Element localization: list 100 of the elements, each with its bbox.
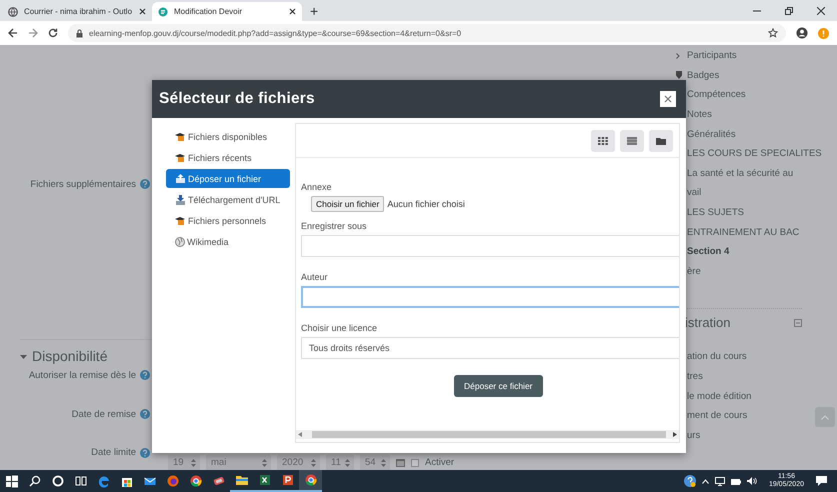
grid-icon [598, 136, 608, 144]
spinner-arrows-icon [262, 458, 267, 466]
input-field[interactable] [301, 286, 679, 308]
date-select[interactable]: 2020 [277, 455, 320, 470]
field-label: Choisir une licence [301, 323, 378, 333]
caret-down-icon[interactable] [20, 352, 27, 360]
forward-arrow-icon[interactable] [28, 28, 38, 38]
folder-icon[interactable] [234, 473, 248, 487]
new-tab-button[interactable]: + [310, 3, 318, 19]
spreadsheet-icon[interactable] [258, 473, 272, 487]
nav-link[interactable]: urs [687, 430, 700, 441]
date-select[interactable]: 54 [360, 455, 390, 470]
checkbox[interactable] [411, 458, 419, 466]
field-label: Date limite [90, 446, 136, 460]
folder-icon [656, 136, 666, 144]
close-icon[interactable] [289, 8, 296, 15]
repository-item[interactable]: Fichiers disponibles [166, 127, 290, 146]
field-label: Autoriser la remise dès le [28, 370, 136, 380]
field-label: Date de remise [70, 408, 136, 420]
search-icon[interactable] [28, 474, 42, 488]
choose-file-button[interactable]: Choisir un fichier [311, 196, 384, 212]
nav-link[interactable]: La santé et la sécurité au [687, 168, 794, 179]
file-icon [175, 132, 186, 141]
chrome-icon[interactable] [188, 474, 202, 488]
nav-link[interactable]: Participants [687, 50, 737, 62]
network-icon[interactable] [714, 476, 725, 486]
folder-view-button[interactable] [649, 130, 673, 152]
repository-item[interactable]: Wikimedia [166, 232, 290, 251]
nav-link[interactable]: ENTRAINEMENT AU BAC [687, 226, 800, 238]
field-label: Annexe [301, 182, 333, 192]
block-heading: istration [685, 315, 731, 330]
file-icon [175, 216, 186, 225]
scroll-left-icon[interactable] [298, 432, 302, 437]
horizontal-scrollbar[interactable] [296, 430, 679, 439]
lock-icon [76, 28, 83, 38]
nav-link[interactable]: Badges [687, 70, 720, 81]
spinner-arrows-icon [381, 458, 386, 466]
chevron-up-icon[interactable] [702, 478, 709, 484]
battery-icon[interactable] [730, 478, 741, 484]
nav-link[interactable]: ment de cours [687, 410, 748, 422]
browser-tab[interactable]: Modification Devoir [152, 2, 302, 21]
edge-browser-icon[interactable] [96, 474, 110, 488]
globe-icon [8, 6, 18, 16]
list-view-button[interactable] [620, 130, 644, 152]
list-icon [627, 136, 637, 144]
chrome-icon[interactable] [304, 473, 318, 487]
repository-item[interactable]: Déposer un fichier [166, 169, 290, 188]
nav-link[interactable]: Compétences [687, 89, 746, 100]
input-field[interactable] [301, 235, 679, 257]
windows-logo-icon[interactable] [4, 474, 18, 488]
nav-link[interactable]: LES SUJETS [687, 207, 744, 218]
restore-icon[interactable] [785, 6, 793, 14]
date-select[interactable]: 19 [168, 455, 200, 470]
profile-icon[interactable] [796, 27, 808, 39]
nav-link[interactable]: le mode édition [687, 390, 752, 402]
notification-icon[interactable] [816, 476, 827, 486]
close-icon [664, 95, 672, 103]
speaker-icon[interactable] [746, 477, 757, 485]
nav-link[interactable]: Généralités [687, 128, 736, 140]
site-logo-icon [158, 6, 168, 16]
back-arrow-icon[interactable] [8, 28, 18, 38]
nav-link[interactable]: vail [687, 187, 702, 198]
date-select[interactable]: 11 [326, 455, 354, 470]
date-select[interactable]: mai [206, 455, 271, 470]
nav-link[interactable]: Section 4 [687, 246, 730, 258]
task-view-icon[interactable] [74, 474, 88, 488]
upload-icon [175, 174, 186, 183]
spinner-arrows-icon [311, 458, 316, 466]
license-select[interactable]: Tous droits réservés [301, 337, 679, 359]
nav-link[interactable]: ation du cours [687, 351, 747, 362]
nav-link[interactable]: LES COURS DE SPECIALITES [687, 148, 822, 160]
repository-item[interactable]: Téléchargement d'URL [166, 190, 290, 209]
scroll-right-icon[interactable] [673, 432, 677, 437]
address-bar[interactable]: elearning-menfop.gouv.dj/course/modedit.php?add=assign&type=&course=69&section=4&return=0&sr=0 [68, 24, 786, 42]
help-icon[interactable] [684, 475, 696, 487]
upload-file-button[interactable]: Déposer ce fichier [454, 375, 543, 397]
nav-link[interactable]: Notes [687, 109, 712, 120]
chevron-right-icon [676, 52, 680, 59]
circle-icon[interactable] [50, 474, 64, 488]
repository-item[interactable]: Fichiers récents [166, 148, 290, 167]
nav-link[interactable]: ère [687, 266, 701, 277]
shield-icon [676, 71, 682, 80]
firefox-icon[interactable] [166, 474, 180, 488]
star-icon[interactable] [768, 28, 778, 38]
repository-item[interactable]: Fichiers personnels [166, 211, 290, 230]
icon-view-button[interactable] [591, 130, 615, 152]
download-icon [175, 194, 186, 204]
nav-link[interactable]: tres [687, 371, 703, 382]
checkbox-label: Activer [425, 457, 454, 468]
section-heading: Disponibilité [32, 348, 108, 364]
close-icon[interactable] [817, 6, 825, 14]
close-icon[interactable] [139, 8, 146, 15]
close-button[interactable] [660, 91, 676, 107]
dialog-title: Sélecteur de fichiers [159, 90, 315, 108]
calendar-icon[interactable] [396, 458, 405, 467]
file-icon [175, 153, 186, 162]
reload-icon[interactable] [48, 28, 58, 38]
slides-icon[interactable] [280, 473, 294, 487]
globe-icon [175, 236, 185, 246]
browser-tab[interactable]: Courrier - nima ibrahim - Outlo [2, 2, 152, 21]
